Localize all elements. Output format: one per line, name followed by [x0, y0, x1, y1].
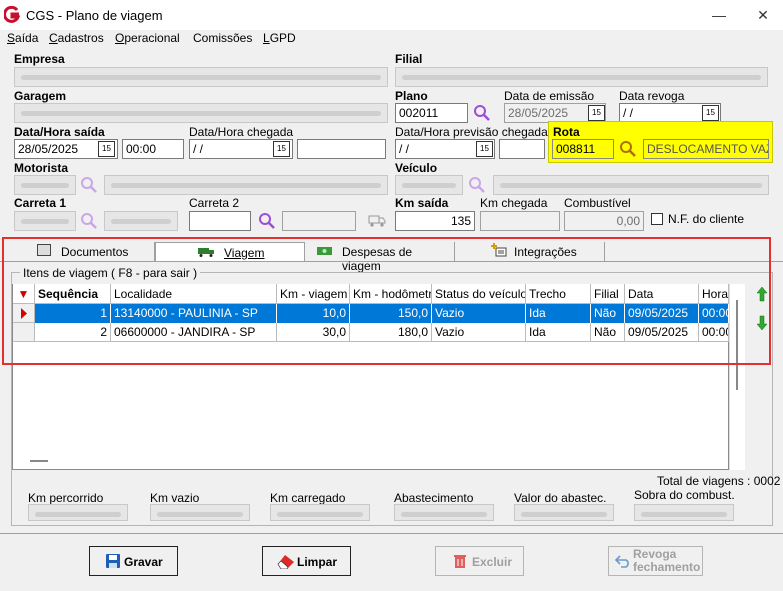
data-revoga-label: Data revoga: [619, 89, 685, 103]
nf-cliente-checkbox[interactable]: [651, 213, 663, 225]
carreta1-codigo-field[interactable]: [14, 211, 76, 231]
km-vazio-field: [150, 504, 250, 521]
trash-icon: [453, 553, 467, 569]
horizontal-scroll-thumb[interactable]: [30, 460, 48, 462]
veiculo-codigo-field[interactable]: [395, 175, 463, 195]
veiculo-label: Veículo: [395, 161, 438, 175]
empresa-field: [14, 67, 388, 87]
rota-label: Rota: [553, 125, 580, 139]
annotation-highlight-box: [2, 237, 771, 365]
carreta2-descricao-field: [282, 211, 356, 231]
hora-previsao-input[interactable]: [499, 139, 545, 159]
valor-abastec-label: Valor do abastec.: [514, 491, 607, 505]
combustivel-input: 0,00: [564, 211, 644, 231]
data-hora-chegada-label: Data/Hora chegada: [189, 125, 294, 139]
plano-input[interactable]: 002011: [395, 103, 468, 123]
calendar-saida-icon[interactable]: 15: [98, 141, 115, 157]
calendar-revoga-icon[interactable]: 15: [702, 105, 719, 121]
carreta2-label: Carreta 2: [189, 196, 240, 210]
search-plano-icon[interactable]: [473, 104, 491, 122]
km-carregado-label: Km carregado: [270, 491, 346, 505]
abastecimento-label: Abastecimento: [394, 491, 474, 505]
km-percorrido-field: [28, 504, 128, 521]
truck-icon[interactable]: [368, 212, 386, 228]
rota-descricao-input: DESLOCAMENTO VAZIO: [643, 139, 769, 159]
km-saida-input[interactable]: 135: [395, 211, 475, 231]
filial-label: Filial: [395, 52, 423, 66]
revoga-fechamento-button[interactable]: Revoga fechamento: [608, 546, 703, 576]
undo-icon: [614, 554, 631, 568]
garagem-label: Garagem: [14, 89, 67, 103]
calendar-previsao-icon[interactable]: 15: [476, 141, 493, 157]
eraser-icon: [277, 553, 295, 570]
save-icon: [105, 553, 121, 569]
calendar-chegada-icon[interactable]: 15: [273, 141, 290, 157]
veiculo-descricao-field: [493, 175, 769, 195]
carreta2-codigo-input[interactable]: [189, 211, 251, 231]
hora-saida-input[interactable]: 00:00: [122, 139, 184, 159]
excluir-button[interactable]: Excluir: [435, 546, 524, 576]
close-button[interactable]: ✕: [741, 0, 783, 30]
calendar-emissao-icon[interactable]: 15: [588, 105, 605, 121]
search-motorista-icon[interactable]: [80, 176, 98, 194]
filial-field: [395, 67, 768, 87]
limpar-button[interactable]: Limpar: [262, 546, 351, 576]
plano-label: Plano: [395, 89, 428, 103]
footer-divider: [0, 533, 783, 534]
km-chegada-label: Km chegada: [480, 196, 548, 210]
nf-cliente-label: N.F. do cliente: [668, 212, 745, 226]
menu-cadastros[interactable]: Cadastros: [49, 31, 104, 45]
rota-codigo-input[interactable]: 008811: [552, 139, 614, 159]
minimize-button[interactable]: —: [697, 0, 741, 30]
motorista-codigo-field[interactable]: [14, 175, 76, 195]
combustivel-label: Combustível: [564, 196, 631, 210]
menu-saida[interactable]: Saída: [7, 31, 38, 45]
data-emissao-label: Data de emissão: [504, 89, 595, 103]
carreta1-label: Carreta 1: [14, 196, 67, 210]
motorista-nome-field: [104, 175, 388, 195]
km-percorrido-label: Km percorrido: [28, 491, 104, 505]
empresa-label: Empresa: [14, 52, 65, 66]
search-carreta2-icon[interactable]: [258, 212, 276, 230]
carreta1-descricao-field: [104, 211, 178, 231]
motorista-label: Motorista: [14, 161, 68, 175]
valor-abastec-field: [514, 504, 614, 521]
km-carregado-field: [270, 504, 370, 521]
km-vazio-label: Km vazio: [150, 491, 200, 505]
search-rota-icon[interactable]: [619, 140, 637, 158]
garagem-field: [14, 103, 388, 123]
gravar-button[interactable]: Gravar: [89, 546, 178, 576]
km-chegada-input: [480, 211, 560, 231]
total-viagens: Total de viagens : 0002: [657, 474, 781, 488]
data-hora-previsao-label: Data/Hora previsão chegada: [395, 125, 548, 139]
menu-comissoes[interactable]: Comissões: [193, 31, 252, 45]
data-hora-saida-label: Data/Hora saída: [14, 125, 105, 139]
app-logo-icon: [3, 5, 21, 24]
km-saida-label: Km saída: [395, 196, 449, 210]
sobra-combust-label: Sobra do combust.: [634, 488, 735, 502]
sobra-combust-field: [634, 504, 734, 521]
window-title: CGS - Plano de viagem: [26, 8, 163, 23]
search-carreta1-icon[interactable]: [80, 212, 98, 230]
hora-chegada-input[interactable]: [297, 139, 386, 159]
menu-operacional[interactable]: Operacional: [115, 31, 180, 45]
abastecimento-field: [394, 504, 494, 521]
search-veiculo-icon[interactable]: [468, 176, 486, 194]
menu-lgpd[interactable]: LGPD: [263, 31, 296, 45]
